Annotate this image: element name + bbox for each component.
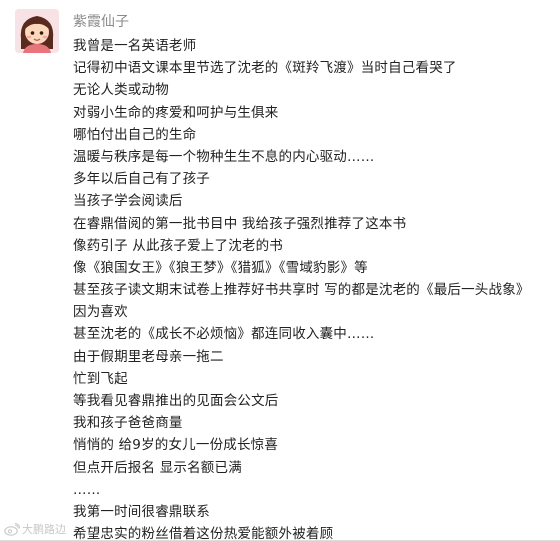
text-line: 多年以后自己有了孩子: [73, 171, 210, 188]
text-line: 对弱小生命的疼爱和呵护与生俱来: [73, 104, 279, 121]
text-line: 悄悄的 给9岁的女儿一份成长惊喜: [73, 437, 279, 454]
text-line: 我第一时间很睿鼎联系: [73, 503, 210, 520]
text-line: 当孩子学会阅读后: [73, 193, 183, 210]
text-line: 我和孩子爸爸商量: [73, 415, 183, 432]
text-line: 哪怕付出自己的生命: [73, 126, 197, 143]
text-line: 甚至孩子读文期末试卷上推荐好书共享时 写的都是沈老的《最后一头战象》: [73, 282, 530, 299]
comment-text: 我曾是一名英语老师 记得初中语文课本里节选了沈老的《斑羚飞渡》当时自己看哭了 无…: [73, 35, 530, 541]
text-line: 我曾是一名英语老师: [73, 38, 197, 54]
text-line: 像《狼国女王》《狼王梦》《猎狐》《雪域豹影》等: [73, 259, 368, 276]
text-line: 由于假期里老母亲一拖二: [73, 348, 224, 365]
text-line: 无论人类或动物: [73, 82, 169, 99]
watermark: 大鹏路边: [4, 521, 66, 537]
text-line: 等我看见睿鼎推出的见面会公文后: [73, 393, 279, 409]
text-line: 温暖与秩序是每一个物种生生不息的内心驱动……: [73, 148, 375, 165]
comment-post: 紫霞仙子 我曾是一名英语老师 记得初中语文课本里节选了沈老的《斑羚飞渡》当时自己…: [0, 0, 560, 541]
text-line: 但点开后报名 显示名额已满: [73, 459, 242, 476]
text-line: 像药引子 从此孩子爱上了沈老的书: [73, 237, 283, 254]
text-line: 希望忠实的粉丝借着这份热爱能额外被着顾: [73, 526, 334, 541]
cartoon-girl-avatar-icon: [15, 9, 59, 53]
text-line: 因为喜欢: [73, 304, 128, 321]
text-line: ……: [73, 481, 101, 498]
text-line: 忙到飞起: [73, 370, 128, 387]
text-line: 在睿鼎借阅的第一批书目中 我给孩子强烈推荐了这本书: [73, 215, 407, 232]
weibo-icon: [4, 522, 20, 536]
text-line: 甚至沈老的《成长不必烦恼》都连同收入囊中……: [73, 326, 375, 343]
watermark-text: 大鹏路边: [22, 523, 66, 536]
author-name[interactable]: 紫霞仙子: [73, 11, 129, 31]
text-line: 记得初中语文课本里节选了沈老的《斑羚飞渡》当时自己看哭了: [73, 60, 457, 77]
avatar[interactable]: [15, 9, 59, 53]
